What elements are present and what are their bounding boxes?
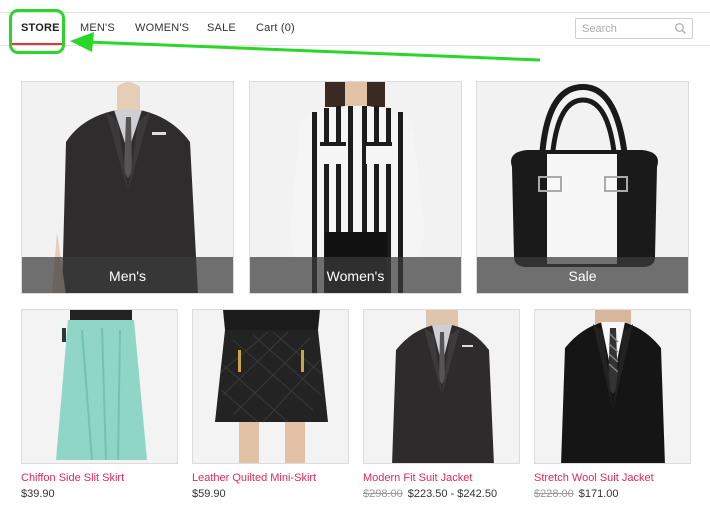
price-current: $59.90 <box>192 488 226 500</box>
product-name-link[interactable]: Chiffon Side Slit Skirt <box>21 472 124 484</box>
suit-jacket-image <box>364 310 519 463</box>
category-tile-mens[interactable]: Men's <box>21 81 234 294</box>
price-original: $298.00 <box>363 488 403 500</box>
category-label: Men's <box>109 268 146 284</box>
product-name-link[interactable]: Modern Fit Suit Jacket <box>363 472 472 484</box>
product-name-link[interactable]: Stretch Wool Suit Jacket <box>534 472 654 484</box>
price-current: $223.50 - $242.50 <box>407 488 498 500</box>
price-original: $228.00 <box>534 488 574 500</box>
product-image-modern-fit-jacket[interactable] <box>363 309 520 464</box>
price-current: $39.90 <box>21 488 55 500</box>
product-image-stretch-wool-jacket[interactable] <box>534 309 691 464</box>
category-label: Sale <box>568 268 597 284</box>
leather-skirt-image <box>193 310 348 463</box>
product-name-link[interactable]: Leather Quilted Mini-Skirt <box>192 472 316 484</box>
price-current: $171.00 <box>578 488 619 500</box>
skirt-image <box>22 310 177 463</box>
product-image-leather-skirt[interactable] <box>192 309 349 464</box>
wool-jacket-image <box>535 310 690 463</box>
product-image-chiffon-skirt[interactable] <box>21 309 178 464</box>
product-price: $59.90 <box>192 488 226 500</box>
product-price: $228.00 $171.00 <box>534 488 619 500</box>
category-tile-sale[interactable]: Sale <box>476 81 689 294</box>
product-price: $298.00 $223.50 - $242.50 <box>363 488 497 500</box>
category-label: Women's <box>326 268 385 284</box>
category-tile-womens[interactable]: Women's <box>249 81 462 294</box>
product-price: $39.90 <box>21 488 55 500</box>
